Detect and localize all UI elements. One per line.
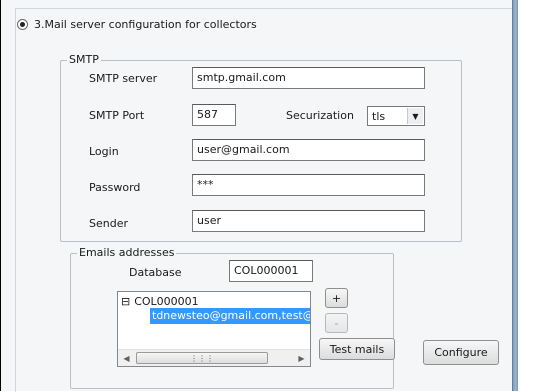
arrow-right-icon[interactable]: ▶ — [293, 350, 310, 366]
smtp-server-field[interactable]: smtp.gmail.com — [192, 67, 425, 89]
database-field[interactable]: COL000001 — [229, 260, 313, 282]
mail-config-radio-option[interactable]: 3.Mail server configuration for collecto… — [17, 18, 257, 31]
emails-tree[interactable]: ⊟ COL000001 tdnewsteo@gmail.com,test@new… — [117, 291, 311, 367]
collapse-icon[interactable]: ⊟ — [121, 295, 130, 308]
tree-node-root[interactable]: ⊟ COL000001 — [121, 295, 199, 308]
sender-label: Sender — [89, 217, 128, 230]
smtp-port-label: SMTP Port — [89, 109, 145, 122]
password-field[interactable]: *** — [192, 174, 425, 196]
password-label: Password — [89, 181, 141, 194]
securization-value: tls — [372, 110, 386, 123]
config-panel: 3.Mail server configuration for collecto… — [1, 0, 519, 392]
smtp-legend: SMTP — [67, 53, 101, 66]
chevron-down-icon[interactable]: ▼ — [407, 108, 423, 124]
test-mails-button[interactable]: Test mails — [319, 338, 395, 360]
login-label: Login — [89, 145, 119, 158]
sender-field[interactable]: user — [192, 210, 425, 232]
remove-email-button[interactable]: - — [325, 313, 348, 333]
arrow-left-icon[interactable]: ◀ — [118, 350, 135, 366]
login-field[interactable]: user@gmail.com — [192, 139, 425, 161]
mail-config-radio[interactable] — [17, 19, 28, 30]
tree-root-label: COL000001 — [134, 295, 199, 308]
horizontal-scrollbar[interactable]: ◀ ⋮⋮⋮ ▶ — [118, 349, 310, 366]
database-label: Database — [129, 266, 182, 279]
tree-node-email-list[interactable]: tdnewsteo@gmail.com,test@news — [150, 308, 310, 324]
outer-background — [518, 0, 533, 391]
smtp-server-label: SMTP server — [89, 72, 158, 85]
radio-selected-dot — [20, 22, 25, 27]
mail-config-radio-label: 3.Mail server configuration for collecto… — [34, 18, 257, 31]
configure-button[interactable]: Configure — [423, 340, 499, 365]
smtp-port-field[interactable]: 587 — [192, 104, 236, 126]
securization-label: Securization — [286, 109, 354, 122]
emails-legend: Emails addresses — [77, 246, 177, 259]
grip-icon: ⋮⋮⋮ — [190, 353, 214, 363]
add-email-button[interactable]: + — [325, 288, 348, 308]
securization-select[interactable]: tls ▼ — [367, 106, 425, 126]
scroll-thumb[interactable]: ⋮⋮⋮ — [136, 352, 268, 364]
